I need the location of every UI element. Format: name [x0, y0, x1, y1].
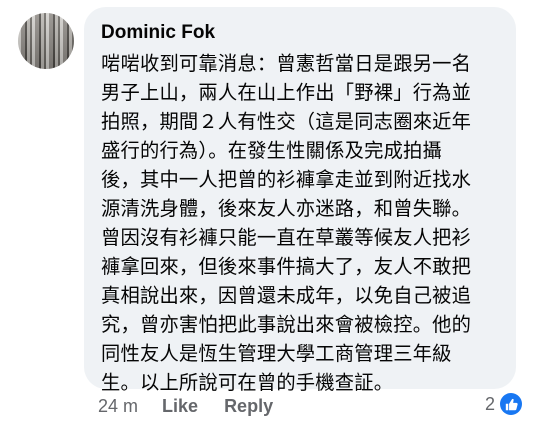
comment-line: 究，曾亦害怕把此事說出來會被檢控。他的 [101, 313, 472, 336]
comment-line: 源清洗身體，後來友人亦迷路，和曾失聯。 [101, 197, 472, 220]
comment-bubble: Dominic Fok 啱啱收到可靠消息：曾憲哲當日是跟另一名 男子上山，兩人在… [84, 7, 516, 394]
comment-line: 曾因沒有衫褲只能一直在草叢等候友人把衫 [101, 226, 472, 249]
thumbs-up-icon [500, 393, 522, 415]
comment-line: 真相說出來，因曾還未成年，以免自己被追 [101, 284, 472, 307]
reaction-count: 2 [484, 393, 495, 414]
comment-line: 拍照，期間２人有性交（這是同志圈來近年 [101, 110, 472, 133]
comment-line: 同性友人是恆生管理大學工商管理三年級 [101, 342, 452, 365]
timestamp[interactable]: 24 m [98, 396, 138, 417]
comment-line: 後，其中一人把曾的衫褲拿走並到附近找水 [101, 168, 472, 191]
reaction-summary[interactable]: 2 [485, 393, 522, 415]
comment-line: 褲拿回來，但後來事件搞大了，友人不敢把 [101, 255, 472, 278]
comment-line: 盛行的行為）。在發生性關係及完成拍攝 [101, 139, 443, 162]
like-button[interactable]: Like [162, 396, 198, 417]
avatar[interactable] [18, 13, 74, 69]
comment-actions: 24 m Like Reply [98, 394, 273, 418]
comment-author[interactable]: Dominic Fok [101, 21, 500, 47]
comment-line: 男子上山，兩人在山上作出「野裸」行為並 [101, 81, 472, 104]
comment-text: 啱啱收到可靠消息：曾憲哲當日是跟另一名 男子上山，兩人在山上作出「野裸」行為並 … [101, 49, 500, 397]
reply-button[interactable]: Reply [224, 396, 273, 417]
comment-line: 啱啱收到可靠消息：曾憲哲當日是跟另一名 [101, 52, 472, 75]
comment-line: 生。以上所說可在曾的手機查証。 [101, 371, 394, 394]
